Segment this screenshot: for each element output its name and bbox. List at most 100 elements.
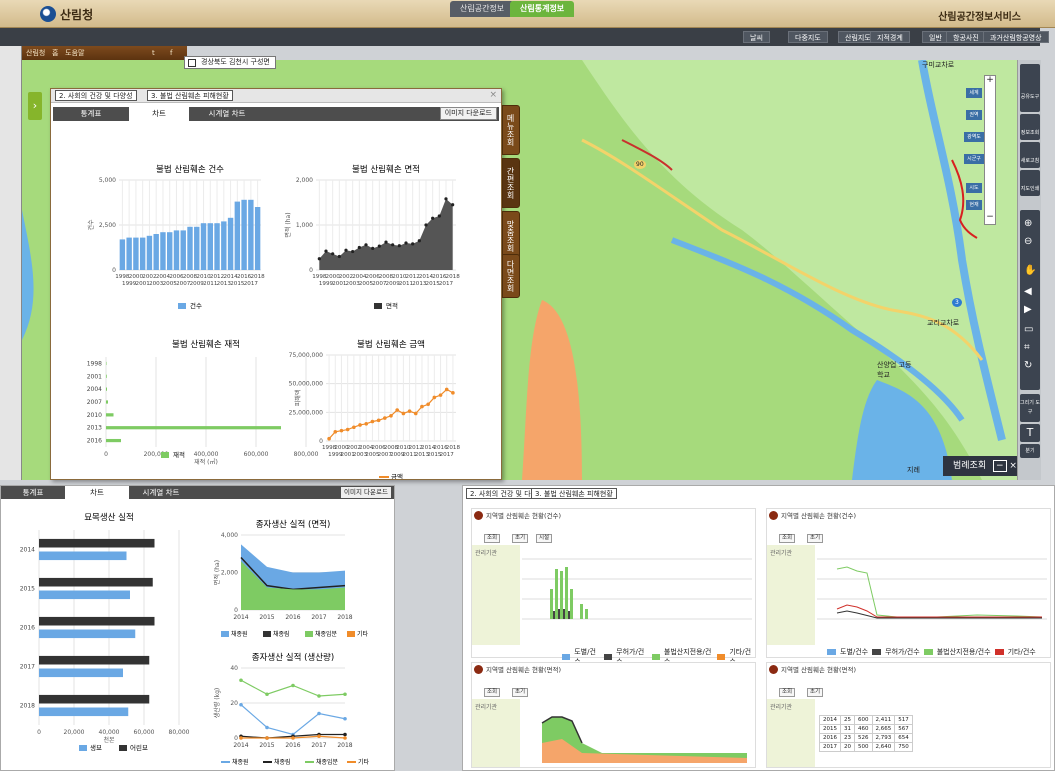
- info-query-button[interactable]: 정보조회: [1020, 114, 1040, 140]
- bar: [241, 199, 247, 270]
- zoom-out-icon[interactable]: ⊖: [1024, 236, 1032, 247]
- map-label: 교리교차로: [927, 319, 960, 327]
- x-tick-label: 2004: [156, 274, 171, 280]
- y-tick-label: 40: [230, 665, 238, 672]
- scale-sido[interactable]: 시도: [966, 183, 982, 193]
- refresh-button[interactable]: 새로고침: [1020, 142, 1040, 168]
- zoom-in-icon[interactable]: ⊕: [1024, 218, 1032, 229]
- bar: [234, 201, 241, 270]
- scale-world[interactable]: 세계: [966, 88, 982, 98]
- ctrl-search[interactable]: 조회: [779, 688, 796, 697]
- ctrl-reset[interactable]: 초기: [807, 688, 824, 697]
- filter-column[interactable]: 관리기관: [767, 699, 815, 767]
- branch-button[interactable]: 분기: [1020, 444, 1040, 458]
- y-tick-label: 2017: [20, 664, 35, 671]
- prev-view-icon[interactable]: ◀: [1024, 286, 1032, 297]
- logo[interactable]: 산림청: [40, 5, 93, 23]
- weather-button[interactable]: 날씨: [743, 31, 770, 43]
- subbar-item-forest[interactable]: 산림청: [26, 49, 45, 57]
- draw-tool-button[interactable]: 그리기 도구: [1020, 394, 1040, 422]
- data-point: [265, 736, 269, 740]
- category-select[interactable]: 2. 사회의 건강 및 다양성: [55, 90, 137, 101]
- bar: [146, 235, 153, 270]
- image-download-button[interactable]: 이미지 다운로드: [341, 487, 391, 498]
- legend-label: 기타: [358, 758, 370, 766]
- bar: [106, 413, 114, 417]
- tab-table[interactable]: 통계표: [1, 486, 65, 499]
- legend-swatch: [374, 303, 382, 309]
- x-tick-label: 0: [37, 729, 41, 736]
- legend-panel[interactable]: 범례조회 − ×: [943, 456, 1017, 476]
- ctrl-reset[interactable]: 초기: [512, 534, 529, 543]
- x-tick-label: 2010: [196, 274, 211, 280]
- filter-column[interactable]: 관리기관: [767, 545, 815, 645]
- share-tool-button[interactable]: 공유도구: [1020, 64, 1040, 112]
- multimap-button[interactable]: 다중지도: [788, 31, 828, 43]
- tab-forest-stats[interactable]: 산림통계정보: [510, 1, 575, 17]
- side-tab-menu[interactable]: 메뉴조회: [502, 105, 520, 155]
- past-aerial-button[interactable]: 과거산림항공영상: [983, 31, 1049, 43]
- minimize-icon[interactable]: −: [993, 460, 1007, 472]
- scale-province[interactable]: 광역도: [964, 132, 984, 142]
- image-download-button[interactable]: 이미지 다운로드: [439, 107, 497, 120]
- bar: [221, 221, 227, 270]
- ctrl-reset[interactable]: 초기: [512, 688, 529, 697]
- ctrl-search[interactable]: 조회: [779, 534, 796, 543]
- indicator-select[interactable]: 3. 불법 산림훼손 피해현황: [531, 488, 617, 499]
- measure-icon[interactable]: ▭: [1024, 324, 1033, 335]
- cadastral-button[interactable]: 지적경계: [870, 31, 910, 43]
- scale-region[interactable]: 권역: [966, 110, 982, 120]
- legend-swatch: [347, 761, 356, 763]
- tab-forest-space[interactable]: 산림공간정보: [450, 1, 515, 17]
- chart-title: 불법 산림훼손 금액: [357, 339, 425, 350]
- tab-chart[interactable]: 차트: [129, 107, 189, 121]
- filter-column[interactable]: 관리기관: [472, 699, 520, 767]
- tab-chart[interactable]: 차트: [65, 486, 129, 499]
- scale-city[interactable]: 시군구: [964, 154, 984, 164]
- tab-timeseries[interactable]: 시계열 차트: [189, 107, 265, 121]
- close-icon[interactable]: ×: [1009, 461, 1017, 471]
- filter-column[interactable]: 관리기관: [472, 545, 520, 645]
- data-point: [317, 734, 321, 739]
- y-tick-label: 0: [234, 607, 238, 614]
- data-point: [407, 409, 412, 413]
- close-icon[interactable]: ×: [489, 90, 497, 100]
- twitter-icon[interactable]: t: [152, 46, 155, 60]
- ctrl-facility[interactable]: 시설: [536, 534, 553, 543]
- ctrl-search[interactable]: 조회: [484, 688, 501, 697]
- x-tick-label: 2016: [237, 274, 252, 280]
- general-map-button[interactable]: 일반: [922, 31, 949, 43]
- rotate-icon[interactable]: ↻: [1024, 360, 1032, 371]
- y-tick-label: 4,000: [221, 532, 238, 539]
- chart-title: 종자생산 실적 (면적): [256, 519, 331, 530]
- side-tab-multi[interactable]: 다면조회: [502, 254, 520, 298]
- subbar-item-home[interactable]: 홈: [52, 49, 58, 57]
- text-tool-button[interactable]: T: [1020, 424, 1040, 442]
- next-view-icon[interactable]: ▶: [1024, 304, 1032, 315]
- x-tick-label: 2017: [244, 281, 259, 287]
- print-button[interactable]: 지도인쇄: [1020, 170, 1040, 196]
- tab-timeseries[interactable]: 시계열 차트: [129, 486, 193, 499]
- x-tick-label: 2018: [446, 274, 461, 280]
- bar: [126, 237, 132, 270]
- aerial-button[interactable]: 항공사진: [946, 31, 986, 43]
- side-tab-simple[interactable]: 간편조회: [502, 158, 520, 208]
- pan-hand-icon[interactable]: ✋: [1024, 265, 1036, 276]
- crop-icon[interactable]: ⌗: [1024, 342, 1030, 353]
- bar: [133, 237, 139, 270]
- bar: [160, 232, 166, 270]
- y-axis-label: 피해액: [294, 390, 302, 407]
- tab-table[interactable]: 통계표: [53, 107, 129, 121]
- zoom-bar[interactable]: [984, 75, 996, 225]
- location-box[interactable]: 경상북도 김천시 구성면: [184, 56, 276, 69]
- ctrl-search[interactable]: 조회: [484, 534, 501, 543]
- sub-bar: 산림청 홈 도움말 t f: [22, 46, 187, 60]
- facebook-icon[interactable]: f: [170, 46, 172, 60]
- indicator-select[interactable]: 3. 불법 산림훼손 피해현황: [147, 90, 233, 101]
- zoom-out-button[interactable]: −: [984, 212, 996, 222]
- ctrl-reset[interactable]: 초기: [807, 534, 824, 543]
- subbar-item-help[interactable]: 도움말: [65, 49, 84, 57]
- zoom-in-button[interactable]: +: [984, 75, 996, 85]
- panel-toggle-button[interactable]: ›: [28, 92, 42, 120]
- scale-current[interactable]: 현재: [966, 200, 982, 210]
